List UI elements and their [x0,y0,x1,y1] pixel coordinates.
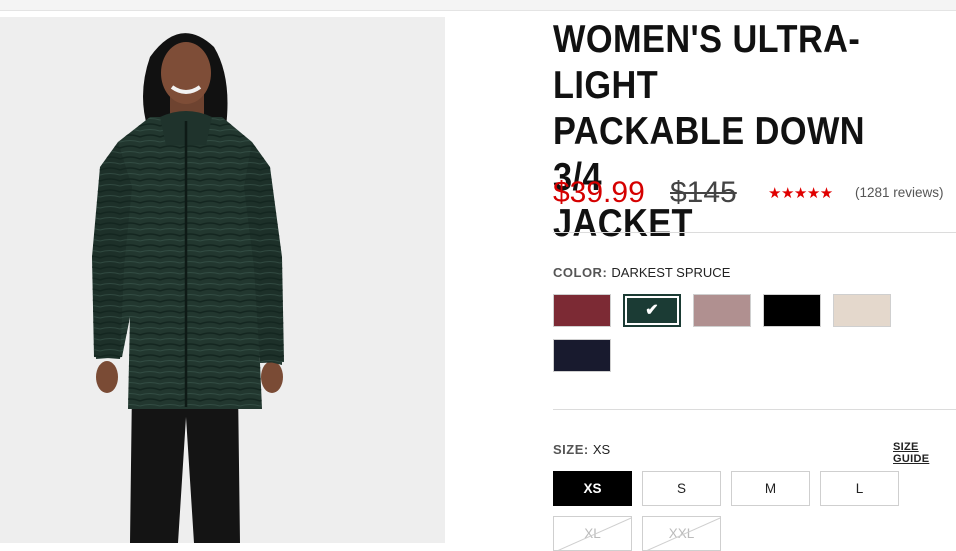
size-option-xl[interactable]: XL [553,516,632,551]
divider [553,409,956,410]
product-image[interactable] [0,17,445,543]
size-option-s[interactable]: S [642,471,721,506]
color-swatch-mauve[interactable] [693,294,751,327]
color-label: COLOR: DARKEST SPRUCE [553,265,730,280]
top-nav-bar [0,0,956,11]
color-swatch-black[interactable] [763,294,821,327]
size-guide-link[interactable]: SIZE GUIDE [893,441,956,465]
color-swatch-navy[interactable] [553,339,611,372]
size-label: SIZE: XS [553,442,610,457]
model-wearing-jacket-illustration [92,33,284,543]
color-swatch-cream[interactable] [833,294,891,327]
checkmark-icon: ✔ [645,301,659,319]
selected-color-name: DARKEST SPRUCE [611,265,731,280]
selected-size-value: XS [592,442,611,457]
rating-stars-icon[interactable]: ★★★★★ [768,184,833,202]
size-option-l[interactable]: L [820,471,899,506]
title-line: WOMEN'S ULTRA-LIGHT [553,18,861,107]
color-swatch-maroon[interactable] [553,294,611,327]
size-label-text: SIZE: [553,442,589,457]
original-price: $145 [670,176,737,209]
size-option-m[interactable]: M [731,471,810,506]
size-option-xs[interactable]: XS [553,471,632,506]
sale-price: $39.99 [553,176,645,209]
reviews-count-link[interactable]: (1281 reviews) [855,185,944,200]
size-option-xxl[interactable]: XXL [642,516,721,551]
divider [553,232,956,233]
color-swatch-darkest-spruce[interactable]: ✔ [623,294,681,327]
product-title: WOMEN'S ULTRA-LIGHT PACKABLE DOWN 3/4 JA… [553,17,905,247]
color-label-text: COLOR: [553,265,608,280]
